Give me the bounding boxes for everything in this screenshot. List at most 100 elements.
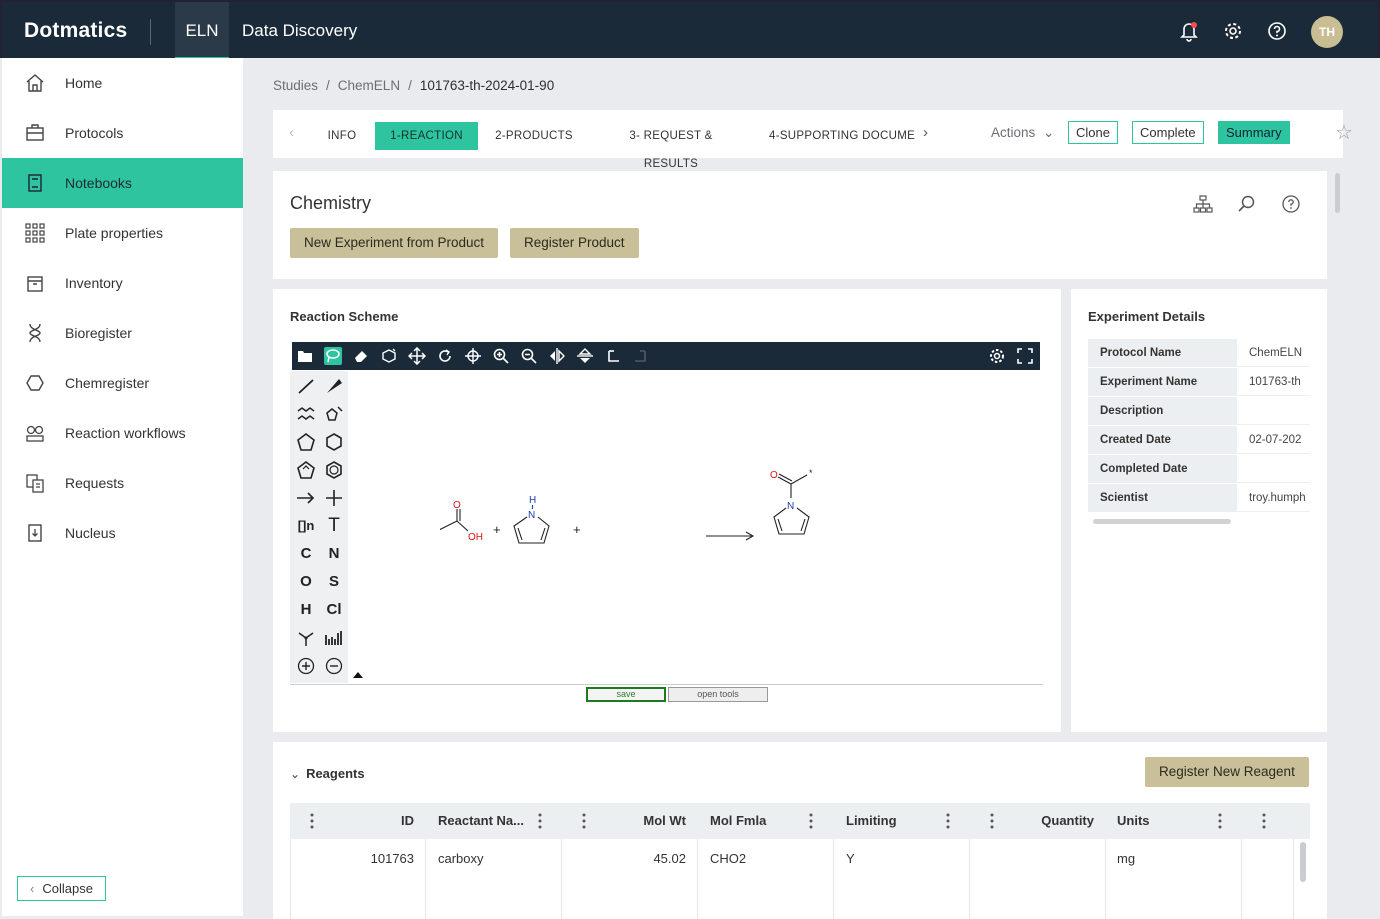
reagents-toggle[interactable]: ⌄ Reagents xyxy=(290,766,365,781)
zoom-out-icon[interactable] xyxy=(520,347,538,365)
summary-button[interactable]: Summary xyxy=(1218,121,1290,144)
cell-mol-fmla[interactable]: CHO2 xyxy=(710,839,746,919)
column-header-mol-fmla[interactable]: Mol Fmla xyxy=(710,803,766,839)
center-icon[interactable] xyxy=(464,347,482,365)
column-menu-icon[interactable] xyxy=(581,812,587,830)
column-menu-icon[interactable] xyxy=(1261,812,1267,830)
flip-vertical-icon[interactable] xyxy=(576,347,594,365)
column-header-reactant-name[interactable]: Reactant Na... xyxy=(438,803,524,839)
sidebar-item-nucleus[interactable]: Nucleus xyxy=(2,508,243,558)
tab-products[interactable]: 2-PRODUCTS xyxy=(489,122,579,150)
help-icon[interactable] xyxy=(1266,20,1288,42)
collapse-button[interactable]: ‹ Collapse xyxy=(17,876,106,901)
tab-info[interactable]: INFO xyxy=(317,122,367,150)
eln-app-tab[interactable]: ELN xyxy=(175,2,229,60)
column-menu-icon[interactable] xyxy=(945,812,951,830)
column-menu-icon[interactable] xyxy=(309,812,315,830)
tab-request-results[interactable]: 3- REQUEST & RESULTS xyxy=(601,122,741,170)
vertical-scrollbar[interactable] xyxy=(1335,173,1340,213)
sidebar-item-inventory[interactable]: Inventory xyxy=(2,258,243,308)
chevron-left-icon[interactable]: ‹ xyxy=(289,124,294,141)
undo-icon[interactable] xyxy=(604,347,622,365)
eraser-icon[interactable] xyxy=(352,347,370,365)
chevron-right-icon[interactable]: › xyxy=(923,124,928,141)
sidebar-item-reaction-workflows[interactable]: Reaction workflows xyxy=(2,408,243,458)
zoom-in-circle-icon[interactable] xyxy=(295,655,317,677)
structure-editor[interactable]: []n T C N O S H Cl * xyxy=(290,341,1043,703)
sidebar-item-plate-properties[interactable]: Plate properties xyxy=(2,208,243,258)
sidebar-item-home[interactable]: Home xyxy=(2,58,243,108)
cyclopentadiene-icon[interactable] xyxy=(295,459,317,481)
lasso-select-icon[interactable] xyxy=(324,347,342,365)
atom-nitrogen-button[interactable]: N xyxy=(323,543,345,565)
cell-limiting[interactable]: Y xyxy=(846,839,855,919)
horizontal-scrollbar[interactable] xyxy=(1093,519,1231,524)
open-tools-button[interactable]: open tools xyxy=(668,687,768,702)
rotate-icon[interactable] xyxy=(436,347,454,365)
sidebar-item-protocols[interactable]: Protocols xyxy=(2,108,243,158)
single-bond-icon[interactable] xyxy=(295,375,317,397)
periodic-table-icon[interactable] xyxy=(323,627,345,649)
actions-dropdown[interactable]: Actions ⌄ xyxy=(991,125,1054,141)
app-title[interactable]: Data Discovery xyxy=(242,21,357,41)
cell-quantity[interactable] xyxy=(1010,839,1094,919)
notification-bell-icon[interactable] xyxy=(1178,20,1200,42)
table-row[interactable]: 101763 carboxy 45.02 CHO2 Y mg xyxy=(290,839,1294,919)
atom-oxygen-button[interactable]: O xyxy=(295,571,317,593)
column-menu-icon[interactable] xyxy=(1217,812,1223,830)
open-folder-icon[interactable] xyxy=(296,347,314,365)
cell-units[interactable]: mg xyxy=(1117,839,1135,919)
help-icon[interactable] xyxy=(1281,194,1301,214)
cell-reactant-name[interactable]: carboxy xyxy=(438,839,484,919)
new-experiment-from-product-button[interactable]: New Experiment from Product xyxy=(290,228,499,258)
register-new-reagent-button[interactable]: Register New Reagent xyxy=(1145,757,1309,787)
move-icon[interactable] xyxy=(408,347,426,365)
flip-horizontal-icon[interactable] xyxy=(548,347,566,365)
column-header-mol-wt[interactable]: Mol Wt xyxy=(610,803,686,839)
cell-id[interactable]: 101763 xyxy=(330,839,414,919)
column-menu-icon[interactable] xyxy=(989,812,995,830)
user-avatar[interactable]: TH xyxy=(1311,16,1343,48)
table-vertical-scrollbar[interactable] xyxy=(1300,842,1306,882)
benzene-icon[interactable] xyxy=(323,459,345,481)
wedge-bond-icon[interactable] xyxy=(323,375,345,397)
column-header-id[interactable]: ID xyxy=(350,803,414,839)
sidebar-item-requests[interactable]: Requests xyxy=(2,458,243,508)
chain-icon[interactable] xyxy=(295,403,317,425)
column-menu-icon[interactable] xyxy=(537,812,543,830)
bracket-tool[interactable]: []n xyxy=(295,515,317,537)
favorite-star-icon[interactable]: ☆ xyxy=(1335,120,1353,145)
atom-hydrogen-button[interactable]: H xyxy=(295,599,317,621)
fullscreen-icon[interactable] xyxy=(1016,347,1034,365)
complete-button[interactable]: Complete xyxy=(1132,121,1204,144)
atom-carbon-button[interactable]: C xyxy=(295,543,317,565)
sidebar-item-chemregister[interactable]: Chemregister xyxy=(2,358,243,408)
zoom-out-circle-icon[interactable] xyxy=(323,655,345,677)
reaction-plus-icon[interactable] xyxy=(323,487,345,509)
atom-chlorine-button[interactable]: Cl xyxy=(323,599,345,621)
hierarchy-icon[interactable] xyxy=(1193,194,1213,214)
settings-gear-icon[interactable] xyxy=(1222,20,1244,42)
pentagon-icon[interactable] xyxy=(295,431,317,453)
column-menu-icon[interactable] xyxy=(808,812,814,830)
search-icon[interactable] xyxy=(1237,194,1257,214)
tab-reaction[interactable]: 1-REACTION xyxy=(375,122,478,150)
r-group-icon[interactable] xyxy=(295,627,317,649)
reaction-drawing[interactable]: * O OH + H N + xyxy=(440,451,860,571)
clone-button[interactable]: Clone xyxy=(1068,121,1118,144)
tab-supporting-documents[interactable]: 4-SUPPORTING DOCUMEN xyxy=(769,122,915,150)
editor-settings-gear-icon[interactable] xyxy=(988,347,1006,365)
register-product-button[interactable]: Register Product xyxy=(510,228,639,258)
expand-toolbar-triangle-icon[interactable] xyxy=(352,671,364,679)
template-icon[interactable] xyxy=(323,403,345,425)
column-header-units[interactable]: Units xyxy=(1117,803,1150,839)
cell-mol-wt[interactable]: 45.02 xyxy=(590,839,686,919)
sidebar-item-bioregister[interactable]: Bioregister xyxy=(2,308,243,358)
sidebar-item-notebooks[interactable]: Notebooks xyxy=(2,158,243,208)
column-header-quantity[interactable]: Quantity xyxy=(1020,803,1094,839)
breadcrumb-item-chemeln[interactable]: ChemELN xyxy=(338,78,400,93)
atom-sulfur-button[interactable]: S xyxy=(323,571,345,593)
text-tool[interactable]: T xyxy=(323,515,345,537)
zoom-in-icon[interactable] xyxy=(492,347,510,365)
hexagon-ring-icon[interactable] xyxy=(323,431,345,453)
